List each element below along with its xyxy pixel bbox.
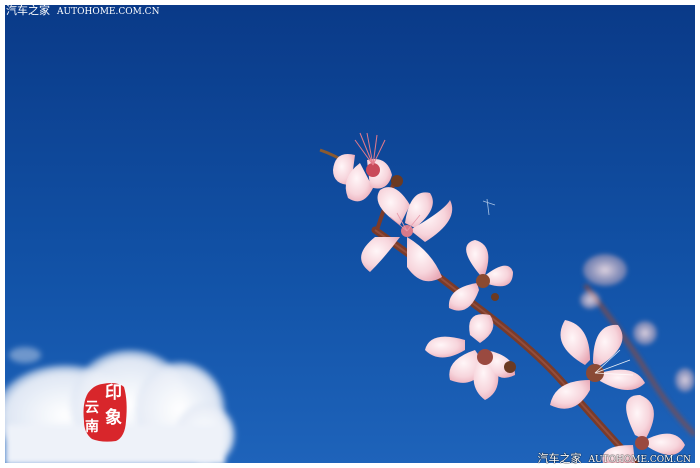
- red-seal-stamp: 印 象 云 南: [82, 381, 128, 443]
- watermark-bottom-en: AUTOHOME.COM.CN: [588, 455, 691, 465]
- photo-frame: 汽车之家 AUTOHOME.COM.CN 汽车之家 AUTOHOME.COM.CN …: [0, 0, 700, 468]
- watermark-bottom-cn: 汽车之家: [537, 452, 582, 465]
- seal-char-4: 南: [85, 419, 99, 435]
- seal-char-1: 印: [105, 383, 122, 403]
- watermark-top-en: AUTOHOME.COM.CN: [57, 7, 160, 17]
- watermark-top: 汽车之家 AUTOHOME.COM.CN: [6, 5, 159, 18]
- seal-char-2: 象: [105, 408, 122, 428]
- watermark-top-cn: 汽车之家: [6, 4, 50, 17]
- seal-char-3: 云: [85, 400, 99, 416]
- watermark-bottom: 汽车之家 AUTOHOME.COM.CN: [538, 453, 691, 466]
